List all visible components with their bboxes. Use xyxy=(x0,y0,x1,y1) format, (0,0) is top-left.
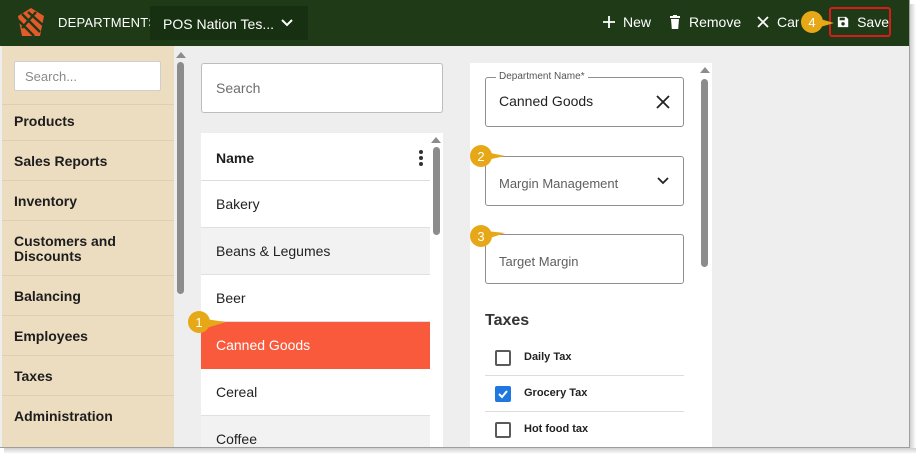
more-vertical-icon[interactable] xyxy=(418,149,424,167)
list-item-selected[interactable]: Canned Goods xyxy=(201,322,430,369)
department-form: Department Name* Canned Goods Margin Man… xyxy=(470,63,712,447)
sidebar-item-sales-reports[interactable]: Sales Reports xyxy=(2,140,174,180)
sidebar: Products Sales Reports Inventory Custome… xyxy=(2,46,174,447)
close-icon[interactable] xyxy=(656,95,670,109)
new-button-label: New xyxy=(623,14,652,30)
sidebar-item-balancing[interactable]: Balancing xyxy=(2,275,174,315)
list-item[interactable]: Cereal xyxy=(201,369,430,416)
list-item-label: Bakery xyxy=(216,196,260,212)
remove-button[interactable]: Remove xyxy=(669,10,741,34)
plus-icon xyxy=(603,16,615,28)
tax-row-grocery-tax[interactable]: Grocery Tax xyxy=(485,376,684,412)
department-list: Name Bakery Beans & Legumes Beer Canned … xyxy=(201,133,443,447)
sidebar-item-label: Customers and Discounts xyxy=(14,233,116,264)
trash-icon xyxy=(670,15,680,29)
list-item-label: Canned Goods xyxy=(216,337,311,353)
department-name-field[interactable]: Department Name* Canned Goods xyxy=(485,71,684,127)
department-search[interactable] xyxy=(201,63,443,113)
sidebar-item-label: Taxes xyxy=(14,368,53,384)
sidebar-item-customers-and-discounts[interactable]: Customers and Discounts xyxy=(2,220,174,275)
list-item[interactable]: Coffee xyxy=(201,416,430,447)
remove-button-label: Remove xyxy=(689,14,742,30)
sidebar-search[interactable] xyxy=(14,61,161,91)
sidebar-item-label: Products xyxy=(14,113,75,129)
list-item[interactable]: Beans & Legumes xyxy=(201,228,430,275)
scroll-up-arrow-icon[interactable] xyxy=(431,137,441,143)
sidebar-item-label: Balancing xyxy=(14,288,81,304)
sidebar-search-input[interactable] xyxy=(15,62,160,90)
form-scrollbar[interactable] xyxy=(698,63,712,447)
close-icon xyxy=(757,16,769,28)
callout-badge-4: 4 xyxy=(801,11,823,33)
store-selector[interactable]: POS Nation Tes... xyxy=(150,6,308,40)
department-name-label: Department Name* xyxy=(496,71,588,82)
callout-badge-3: 3 xyxy=(470,225,492,247)
tax-label: Hot food tax xyxy=(524,423,589,435)
sidebar-item-label: Administration xyxy=(14,408,113,424)
tax-label: Grocery Tax xyxy=(524,387,588,399)
top-bar: DEPARTMENTS POS Nation Tes... New Remove xyxy=(0,0,909,46)
chevron-down-icon xyxy=(657,177,669,185)
taxes-heading: Taxes xyxy=(485,312,530,329)
margin-management-select[interactable]: Margin Management xyxy=(485,156,684,206)
chevron-down-icon xyxy=(281,19,293,27)
list-item-label: Beans & Legumes xyxy=(216,243,331,259)
sidebar-item-employees[interactable]: Employees xyxy=(2,315,174,355)
grocery-tax-checkbox[interactable] xyxy=(495,386,511,402)
department-search-input[interactable] xyxy=(202,64,442,112)
app-window: DEPARTMENTS POS Nation Tes... New Remove xyxy=(0,0,910,448)
list-item-label: Beer xyxy=(216,290,246,306)
daily-tax-checkbox[interactable] xyxy=(495,350,511,366)
callout-badge-1: 1 xyxy=(188,311,210,333)
sidebar-item-label: Inventory xyxy=(14,193,78,209)
target-margin-placeholder: Target Margin xyxy=(499,254,579,269)
list-item[interactable]: Beer xyxy=(201,275,430,322)
pos-logo-icon xyxy=(17,8,45,37)
save-button[interactable]: Save xyxy=(829,7,891,37)
sidebar-item-taxes[interactable]: Taxes xyxy=(2,355,174,395)
list-item[interactable]: Bakery xyxy=(201,181,430,228)
sidebar-item-products[interactable]: Products xyxy=(2,104,174,140)
save-button-label: Save xyxy=(857,14,889,30)
list-scrollbar[interactable] xyxy=(430,133,443,447)
hot-food-tax-checkbox[interactable] xyxy=(495,422,511,438)
sidebar-item-label: Employees xyxy=(14,328,88,344)
list-header: Name xyxy=(201,133,431,181)
sidebar-scrollbar[interactable] xyxy=(174,46,188,447)
sidebar-item-administration[interactable]: Administration xyxy=(2,395,174,435)
new-button[interactable]: New xyxy=(603,10,651,34)
callout-badge-2: 2 xyxy=(470,145,492,167)
window-shadow xyxy=(4,448,916,454)
column-header-name[interactable]: Name xyxy=(216,150,254,166)
sidebar-item-label: Sales Reports xyxy=(14,153,108,169)
scrollbar-thumb[interactable] xyxy=(701,79,708,267)
list-item-label: Cereal xyxy=(216,384,258,400)
cancel-button[interactable]: Cancel xyxy=(757,10,799,34)
checkmark-icon xyxy=(498,390,508,399)
scrollbar-thumb[interactable] xyxy=(177,62,184,294)
page-title: DEPARTMENTS xyxy=(58,15,158,30)
scroll-up-arrow-icon[interactable] xyxy=(176,52,186,58)
list-item-label: Coffee xyxy=(216,431,257,447)
sidebar-item-inventory[interactable]: Inventory xyxy=(2,180,174,220)
store-selector-label: POS Nation Tes... xyxy=(163,16,275,32)
department-name-value[interactable]: Canned Goods xyxy=(499,93,593,109)
scroll-up-arrow-icon[interactable] xyxy=(700,67,710,73)
tax-row-hot-food-tax[interactable]: Hot food tax xyxy=(485,412,684,447)
margin-management-placeholder: Margin Management xyxy=(499,176,619,191)
window-shadow xyxy=(910,4,916,452)
tax-row-daily-tax[interactable]: Daily Tax xyxy=(485,340,684,376)
scrollbar-thumb[interactable] xyxy=(433,147,440,235)
save-disk-icon xyxy=(837,16,849,28)
cancel-button-label: Cancel xyxy=(777,14,799,30)
tax-label: Daily Tax xyxy=(524,351,572,363)
target-margin-field[interactable]: Target Margin xyxy=(485,234,684,284)
